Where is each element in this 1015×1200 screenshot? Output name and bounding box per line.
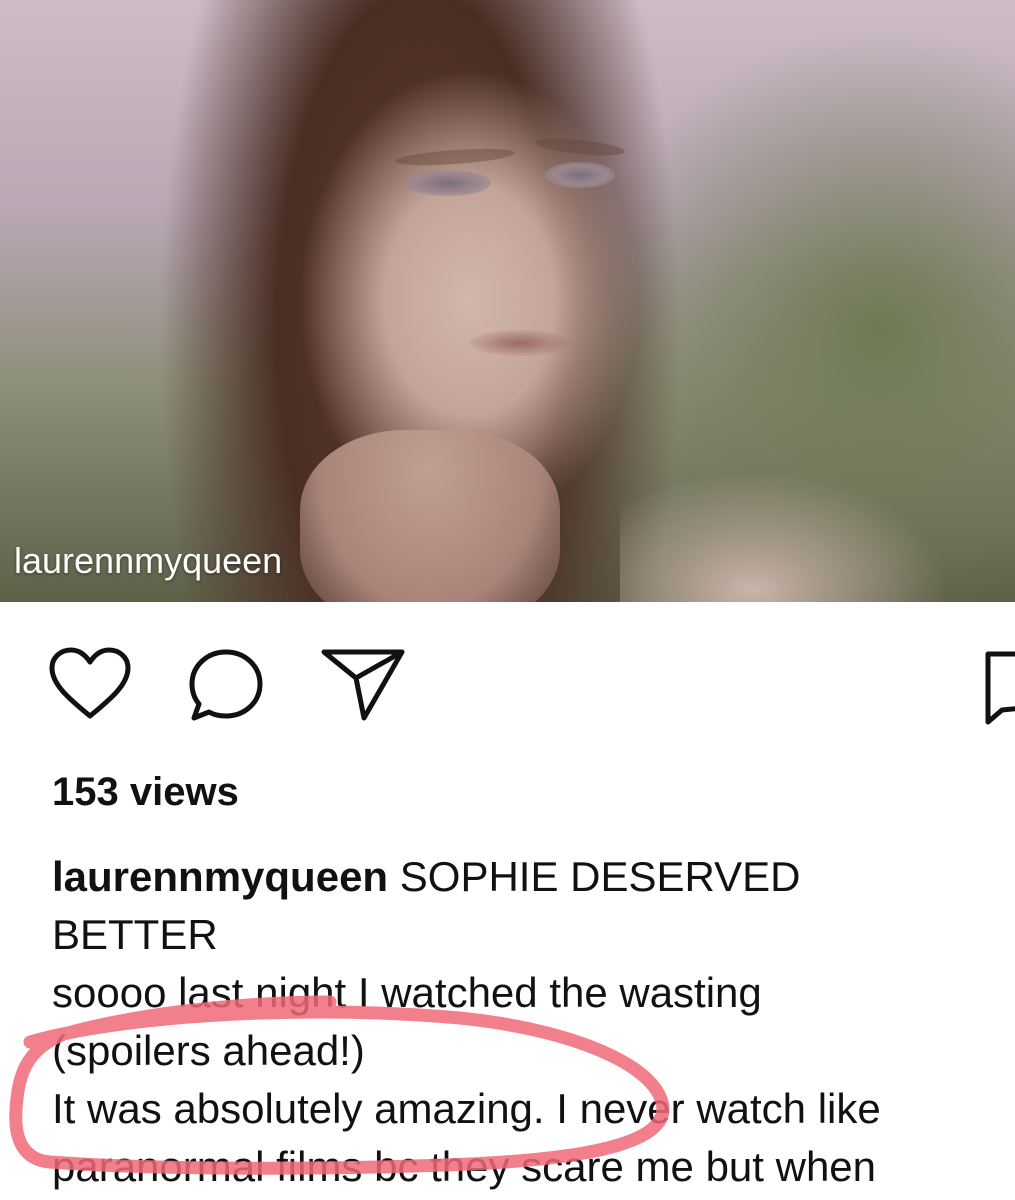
caption-text: SOPHIE DESERVED — [399, 853, 801, 900]
caption-username[interactable]: laurennmyqueen — [52, 853, 388, 900]
video-post[interactable]: laurennmyqueen — [0, 0, 1015, 602]
face-detail — [300, 430, 560, 602]
comment-icon[interactable] — [186, 646, 266, 724]
caption-line: BETTER — [52, 911, 218, 958]
view-count: 153 views — [52, 770, 239, 814]
face-detail — [545, 162, 615, 188]
face-detail — [620, 470, 950, 602]
action-bar — [0, 640, 1015, 730]
face-detail — [394, 145, 516, 169]
bookmark-icon[interactable] — [982, 648, 1015, 728]
caption-line: laurennmyqueen SOPHIE DESERVED — [52, 848, 1015, 906]
caption-line: soooo last night I watched the wasting — [52, 969, 762, 1016]
caption-line: (spoilers ahead!) — [52, 1027, 365, 1074]
face-detail — [534, 135, 626, 159]
face-detail — [470, 330, 570, 356]
video-watermark: laurennmyqueen — [14, 540, 283, 581]
post-caption: laurennmyqueen SOPHIE DESERVED BETTER so… — [52, 848, 1015, 1196]
paper-plane-icon[interactable] — [320, 644, 406, 724]
heart-icon[interactable] — [48, 646, 132, 722]
face-detail — [405, 170, 491, 196]
caption-line: It was absolutely amazing. I never watch… — [52, 1085, 881, 1132]
caption-line: paranormal films bc they scare me but wh… — [52, 1143, 877, 1190]
